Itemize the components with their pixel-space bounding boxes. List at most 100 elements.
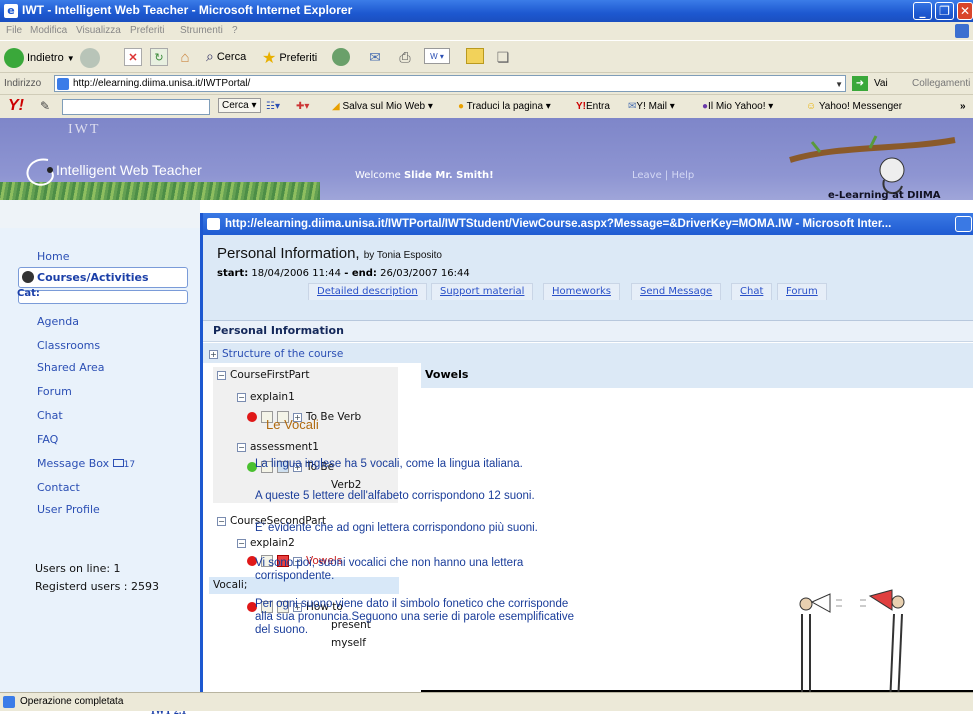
megaphone-figures-illustration [799,589,905,705]
course-title: Personal Information, by Tonia Esposito [217,245,442,262]
help-link[interactable]: Help [671,170,694,181]
my-yahoo-button[interactable]: ●Il Mio Yahoo! ▾ [702,101,773,112]
refresh-icon[interactable]: ↻ [150,48,168,66]
yahoo-highlight-icon[interactable]: ✚▾ [296,101,309,112]
nav-home[interactable]: Home [37,250,69,263]
maximize-button[interactable]: ❐ [935,2,954,20]
windows-logo-icon [955,24,969,38]
popup-title-bar: http://elearning.diima.unisa.it/IWTPorta… [203,213,973,235]
course-tree: + Structure of the course − CourseFirstPar… [203,343,421,692]
address-input[interactable]: http://elearning.diima.unisa.it/IWTPorta… [54,75,846,92]
users-online: Users on line: 1 [35,562,121,575]
collapse-minus-icon: − [217,370,226,380]
home-icon[interactable]: ⌂ [176,48,194,66]
menu-file[interactable]: File [6,25,22,36]
lesson-paragraph-5: Per ogni suono viene dato il simbolo fon… [255,598,575,636]
tab-homeworks[interactable]: Homeworks [543,283,620,300]
leave-link[interactable]: Leave [632,170,662,181]
back-arrow-icon [4,48,24,68]
tree-vocali-item[interactable]: Vocali; [213,579,247,591]
back-button[interactable]: Indietro ▼ [4,48,75,68]
registered-users: Registerd users : 2593 [35,580,159,593]
yahoo-search-button[interactable]: Cerca ▾ [218,98,261,113]
popup-minimize-button[interactable] [955,216,972,232]
tab-forum[interactable]: Forum [777,283,827,300]
menu-visualizza[interactable]: Visualizza [76,25,121,36]
ie-page-icon [207,218,220,230]
lesson-paragraph-4: Vi sono poi, suoni vocalici che non hann… [255,557,524,582]
research-icon[interactable]: ❏ [494,48,512,66]
menu-modifica[interactable]: Modifica [30,25,67,36]
yahoo-translate-button[interactable]: ● Traduci la pagina ▾ [458,101,551,112]
stop-icon[interactable]: ✕ [124,48,142,66]
tab-detailed-description[interactable]: Detailed description [308,283,427,300]
tree-explain2-node[interactable]: − explain2 [237,537,295,549]
left-sidebar: Home Courses/Activities Cat: Agenda Clas… [0,200,200,717]
course-header: Personal Information, by Tonia Esposito … [203,235,973,323]
favorites-button[interactable]: ★ Preferiti [262,48,317,68]
globe-icon: ● [458,101,465,112]
nav-courses[interactable]: Courses/Activities [18,267,188,288]
chevron-down-icon[interactable]: ▼ [835,77,843,92]
search-button[interactable]: ⌕ Cerca [206,48,246,65]
ie-title-bar: e IWT - Intelligent Web Teacher - Micros… [0,0,973,22]
nav-classrooms[interactable]: Classrooms [37,339,100,352]
go-arrow-icon[interactable]: ➜ [852,76,868,91]
address-label: Indirizzo [4,78,42,89]
users-info: Users on line: 1 Registerd users : 2593 [35,560,159,596]
edit-icon[interactable]: W ▾ [424,48,450,64]
lesson-title: Vowels [425,368,469,381]
tab-send-message[interactable]: Send Message [631,283,722,300]
minimize-button[interactable]: _ [913,2,932,20]
yahoo-enter-button[interactable]: Y!Entra [576,101,610,112]
lesson-paragraph-1: La lingua inglese ha 5 vocali, come la l… [255,458,523,470]
lesson-paragraph-3: E' evidente che ad ogni lettera corrispo… [255,522,538,534]
media-icon[interactable] [332,48,350,66]
category-label: Cat: [17,288,40,299]
nav-chat[interactable]: Chat [37,409,63,422]
yahoo-toolbar: Y! ✎ Cerca ▾ ☷▾ ✚▾ ◢ Salva sul Mio Web ▾… [0,94,973,118]
menu-preferiti[interactable]: Preferiti [130,25,164,36]
forward-button[interactable] [80,48,100,68]
nav-faq[interactable]: FAQ [37,433,58,446]
tab-support-material[interactable]: Support material [431,283,534,300]
folder-icon[interactable] [466,48,484,64]
lesson-paragraph-2: A queste 5 lettere dell'alfabeto corrisp… [255,490,535,502]
category-select[interactable] [18,290,188,304]
print-icon[interactable]: ⎙ [396,48,414,66]
smiley-icon: ☺ [806,101,817,112]
pencil-icon[interactable]: ✎ [40,99,50,113]
page-loaded-icon [3,696,15,708]
tab-chat[interactable]: Chat [731,283,773,300]
nav-contact[interactable]: Contact [37,481,80,494]
yahoo-logo-icon[interactable]: Y! [8,97,24,115]
tree-structure-node[interactable]: + Structure of the course [209,348,343,360]
search-icon: ⌕ [206,48,214,64]
nav-message-box[interactable]: Message Box 17 [37,457,135,470]
mail-icon[interactable]: ✉ [364,48,386,66]
tree-part1-node[interactable]: − CourseFirstPart [217,369,309,381]
yahoo-save-button[interactable]: ◢ Salva sul Mio Web ▾ [332,101,433,112]
menu-strumenti[interactable]: Strumenti [180,25,223,36]
menu-help[interactable]: ? [232,25,238,36]
nav-user-profile[interactable]: User Profile [37,503,100,516]
yahoo-mail-button[interactable]: ✉Y! Mail ▾ [628,101,675,112]
go-button[interactable]: Vai [874,78,888,89]
status-text: Operazione completata [20,696,124,707]
yahoo-search-input[interactable] [62,99,210,115]
tree-assessment1-node[interactable]: − assessment1 [237,441,319,453]
corner-text: e-Learning at DIIMA [828,190,941,200]
yahoo-list-icon[interactable]: ☷▾ [266,101,280,112]
tree-explain1-node[interactable]: − explain1 [237,391,295,403]
menu-bar: File Modifica Visualizza Preferiti Strum… [0,22,973,40]
links-label[interactable]: Collegamenti [912,78,970,89]
header-links: Leave | Help [632,170,695,181]
nav-shared-area[interactable]: Shared Area [37,361,105,374]
expand-plus-icon: + [209,349,218,359]
close-button[interactable]: ✕ [957,2,973,20]
chevron-right-icon[interactable]: » [960,101,966,112]
nav-forum[interactable]: Forum [37,385,72,398]
yahoo-messenger-button[interactable]: ☺ Yahoo! Messenger [806,101,902,112]
nav-agenda[interactable]: Agenda [37,315,79,328]
user-name: Slide Mr. Smith! [403,170,494,181]
